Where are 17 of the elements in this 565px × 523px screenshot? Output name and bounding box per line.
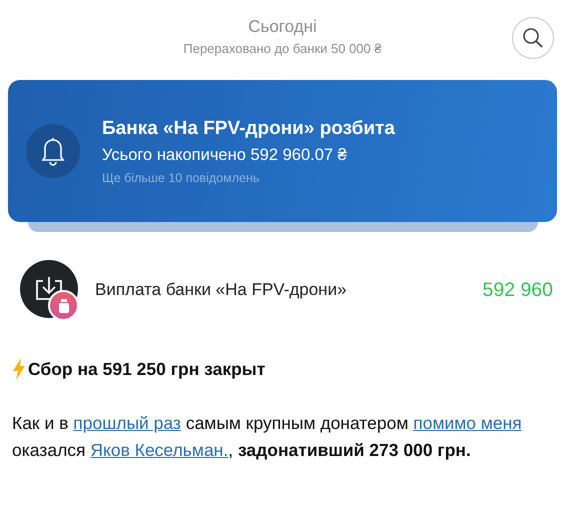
transaction-amount: 592 960: [482, 278, 553, 302]
search-icon: [522, 27, 544, 49]
transfer-summary: Перераховано до банки 50 000 ₴: [183, 41, 382, 56]
transaction-label: Виплата банки «На FPV-дрони»: [95, 280, 348, 300]
lightning-icon: [12, 358, 26, 380]
text-link[interactable]: помимо меня: [413, 413, 522, 433]
notification-card[interactable]: Банка «На FPV-дрони» розбита Усього накопичено 592 960.07 ₴ Ще більше 10 повідомлень: [8, 80, 557, 222]
notification-body: Усього накопичено 592 960.07 ₴: [102, 146, 348, 164]
text-link[interactable]: прошлый раз: [73, 413, 181, 433]
search-button[interactable]: [512, 17, 554, 59]
bell-icon: [26, 124, 80, 178]
post-headline: Сбор на 591 250 грн закрыт: [28, 358, 266, 380]
notification-title: Банка «На FPV-дрони» розбита: [102, 118, 395, 140]
post-paragraph: Как и в прошлый раз самым крупным донатером помимо меня оказался Яков Кесельман., задонативший 273 000 грн.: [12, 412, 523, 462]
date-heading: Сьогодні: [248, 17, 317, 37]
more-notifications: Ще більше 10 повідомлень: [102, 170, 260, 184]
text-link[interactable]: Яков Кесельман.: [90, 440, 228, 460]
